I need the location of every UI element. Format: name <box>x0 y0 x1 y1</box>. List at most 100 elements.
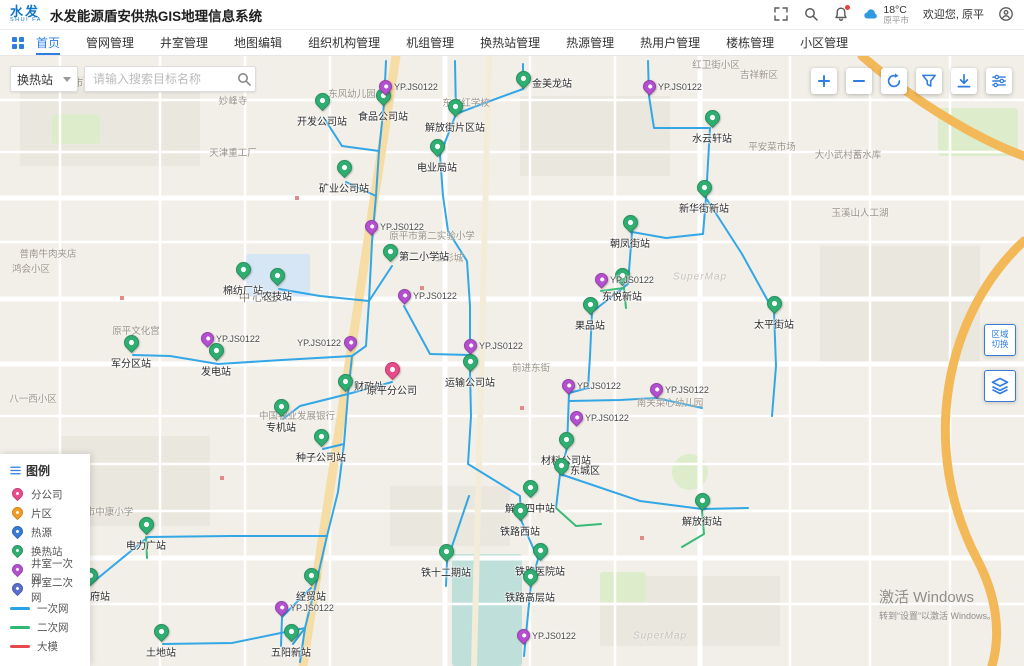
station-marker[interactable] <box>512 68 533 89</box>
station-marker[interactable] <box>232 259 253 280</box>
marker-label: YP.JS0122 <box>658 82 702 92</box>
legend-label: 片区 <box>31 506 52 521</box>
station-marker[interactable] <box>444 96 465 117</box>
marker-label: 财政处 <box>354 378 384 393</box>
marker-label: 开发公司站 <box>297 113 347 128</box>
well-marker[interactable] <box>559 376 577 394</box>
notification-bell-icon[interactable] <box>833 6 849 22</box>
nav-tab-organization[interactable]: 组织机构管理 <box>308 30 380 55</box>
station-marker[interactable] <box>555 429 576 450</box>
well-marker[interactable] <box>567 408 585 426</box>
search-icon[interactable] <box>803 6 819 22</box>
station-marker[interactable] <box>619 212 640 233</box>
station-marker[interactable] <box>519 566 540 587</box>
settings-button[interactable] <box>986 68 1012 94</box>
legend-item: 片区 <box>10 504 80 523</box>
nav-tab-unit[interactable]: 机组管理 <box>406 30 454 55</box>
legend-label: 大模 <box>37 639 58 654</box>
region-switch-button[interactable]: 区域切换 <box>984 324 1016 356</box>
well-marker[interactable] <box>461 336 479 354</box>
legend-title: 图例 <box>26 462 50 479</box>
fullscreen-icon[interactable] <box>773 6 789 22</box>
target-type-select[interactable]: 换热站 <box>10 66 78 92</box>
station-marker[interactable] <box>763 293 784 314</box>
side-float-buttons: 区域切换 <box>984 324 1016 402</box>
marker-label: 五阳新站 <box>271 644 311 659</box>
app-logo: 水发 SHUI FA <box>10 5 42 24</box>
station-marker[interactable] <box>693 177 714 198</box>
marker-label: YP.JS0122 <box>380 222 424 232</box>
marker-label: 第二小学站 <box>399 248 449 263</box>
station-marker[interactable] <box>334 371 355 392</box>
station-marker[interactable] <box>310 426 331 447</box>
station-marker[interactable] <box>701 107 722 128</box>
branch-company-marker[interactable] <box>381 359 402 380</box>
well-marker[interactable] <box>640 77 658 95</box>
station-marker[interactable] <box>150 621 171 642</box>
user-icon[interactable] <box>998 6 1014 22</box>
legend-label: 二次网 <box>37 620 69 635</box>
nav-tab-heat-user[interactable]: 热用户管理 <box>640 30 700 55</box>
marker-label: YP.JS0122 <box>532 631 576 641</box>
map-search-button[interactable] <box>236 71 252 87</box>
filter-button[interactable] <box>916 68 942 94</box>
well-marker[interactable] <box>647 380 665 398</box>
station-marker[interactable] <box>333 157 354 178</box>
station-marker[interactable] <box>270 396 291 417</box>
well-marker[interactable] <box>341 333 359 351</box>
station-marker[interactable] <box>611 265 632 286</box>
station-marker[interactable] <box>691 490 712 511</box>
station-marker[interactable] <box>311 90 332 111</box>
nav-tab-heat-source[interactable]: 热源管理 <box>566 30 614 55</box>
legend-item: 大模 <box>10 637 80 656</box>
nav-tab-home[interactable]: 首页 <box>36 30 60 55</box>
nav-tab-community[interactable]: 小区管理 <box>800 30 848 55</box>
legend-label: 一次网 <box>37 601 69 616</box>
marker-label: 解放街站 <box>682 513 722 528</box>
map-canvas[interactable]: 原平市实验中学妙峰寺东风幼儿园东方红学校红卫街小区吉祥新区平安菜市场大小武村蓄水… <box>0 56 1024 666</box>
legend-label: 热源 <box>31 525 52 540</box>
marker-label: 专机站 <box>266 419 296 434</box>
marker-label: YP.JS0122 <box>394 82 438 92</box>
temperature-value: 18°C <box>883 4 909 16</box>
reset-button[interactable] <box>881 68 907 94</box>
station-marker[interactable] <box>519 477 540 498</box>
marker-label: 种子公司站 <box>296 449 346 464</box>
zoom-out-button[interactable] <box>846 68 872 94</box>
legend-swatch <box>10 487 24 502</box>
marker-label: 东城区 <box>570 462 600 477</box>
layer-switch-button[interactable] <box>984 370 1016 402</box>
station-marker[interactable] <box>379 241 400 262</box>
chevron-down-icon <box>63 77 71 82</box>
station-marker[interactable] <box>280 621 301 642</box>
nav-tab-building[interactable]: 楼栋管理 <box>726 30 774 55</box>
station-marker[interactable] <box>426 136 447 157</box>
legend-label: 井室二次网 <box>31 575 80 605</box>
station-marker[interactable] <box>135 514 156 535</box>
nav-tab-map-edit[interactable]: 地图编辑 <box>234 30 282 55</box>
map-search-input[interactable] <box>84 66 256 92</box>
marker-label: YP.JS0122 <box>297 338 341 348</box>
station-marker[interactable] <box>529 540 550 561</box>
well-marker[interactable] <box>514 626 532 644</box>
well-marker[interactable] <box>395 286 413 304</box>
nav-tab-exchange-station[interactable]: 换热站管理 <box>480 30 540 55</box>
station-marker[interactable] <box>300 565 321 586</box>
logo-text-en: SHUI FA <box>10 18 42 24</box>
well-marker[interactable] <box>272 598 290 616</box>
nav-tab-well-room[interactable]: 井室管理 <box>160 30 208 55</box>
marker-label: 金美龙站 <box>532 75 572 90</box>
legend-swatch <box>10 544 24 559</box>
station-marker[interactable] <box>509 500 530 521</box>
well-marker[interactable] <box>592 270 610 288</box>
nav-tab-pipe-network[interactable]: 管网管理 <box>86 30 134 55</box>
download-button[interactable] <box>951 68 977 94</box>
station-marker[interactable] <box>579 294 600 315</box>
marker-label: 水云轩站 <box>692 130 732 145</box>
station-marker[interactable] <box>120 332 141 353</box>
well-marker[interactable] <box>362 217 380 235</box>
station-marker[interactable] <box>435 541 456 562</box>
station-marker[interactable] <box>266 265 287 286</box>
station-marker[interactable] <box>550 455 571 476</box>
zoom-in-button[interactable] <box>811 68 837 94</box>
